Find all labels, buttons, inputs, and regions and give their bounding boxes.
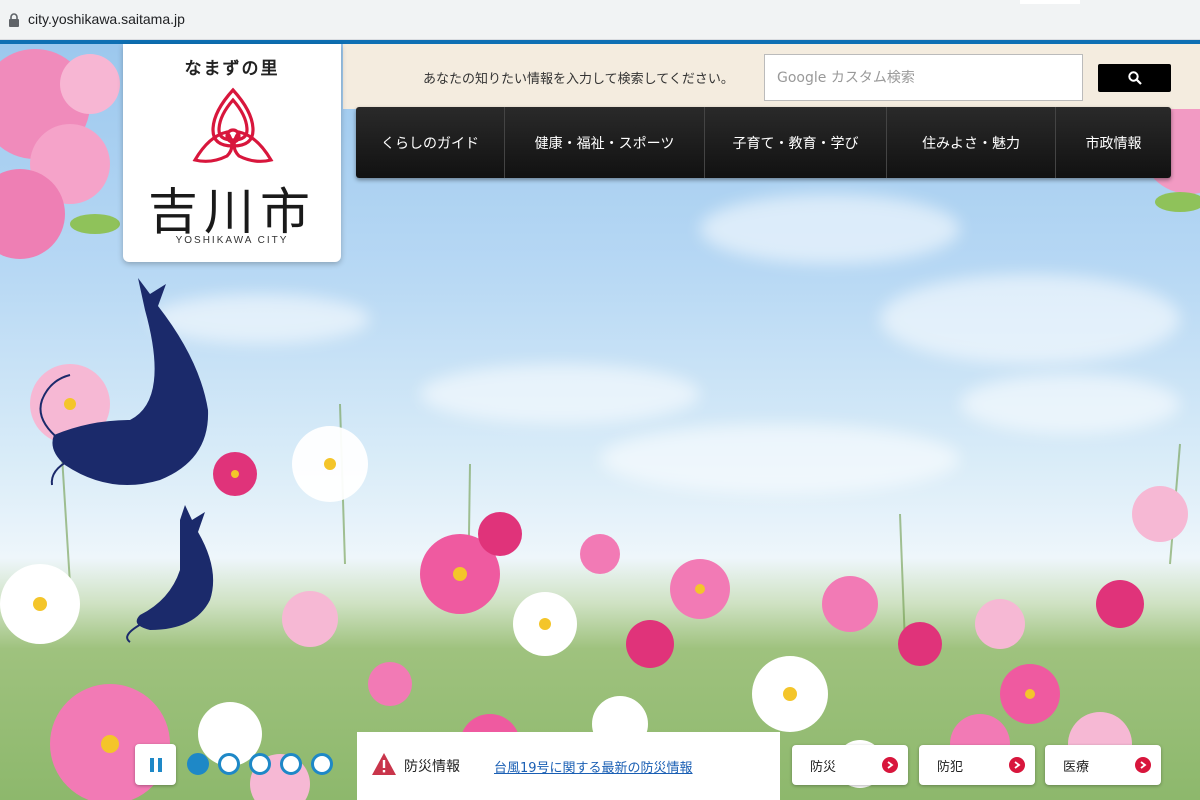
search-input[interactable]: [764, 54, 1083, 101]
quick-link-disaster[interactable]: 防災: [792, 745, 908, 785]
chevron-right-icon: [1009, 757, 1025, 773]
slide-dot-2[interactable]: [218, 753, 240, 775]
city-emblem-icon: [192, 87, 274, 163]
pause-icon: [149, 757, 162, 772]
slide-dot-4[interactable]: [280, 753, 302, 775]
nav-item-livability-charm[interactable]: 住みよさ・魅力: [887, 107, 1056, 178]
slide-dot-1[interactable]: [187, 753, 209, 775]
slide-indicators: [187, 753, 333, 775]
warning-icon: [372, 753, 396, 775]
browser-address-bar: city.yoshikawa.saitama.jp: [0, 0, 1200, 40]
search-instruction: あなたの知りたい情報を入力して検索してください。: [423, 72, 734, 87]
slide-dot-5[interactable]: [311, 753, 333, 775]
disaster-info-link[interactable]: 台風19号に関する最新の防災情報: [494, 757, 693, 776]
city-name: 吉川市: [148, 183, 316, 241]
url-text[interactable]: city.yoshikawa.saitama.jp: [28, 11, 185, 27]
search-button[interactable]: [1098, 64, 1171, 92]
city-logo[interactable]: なまずの里 吉川市 YOSHIKAWA CITY: [123, 44, 341, 262]
catfish-mascot-illustration: [39, 278, 214, 643]
nav-item-living-guide[interactable]: くらしのガイド: [356, 107, 505, 178]
nav-item-city-admin[interactable]: 市政情報: [1056, 107, 1171, 178]
slideshow-pause-button[interactable]: [135, 744, 176, 785]
quick-link-crime-prevention[interactable]: 防犯: [919, 745, 1035, 785]
quick-link-medical[interactable]: 医療: [1045, 745, 1161, 785]
disaster-info-title: 防災情報: [404, 759, 460, 775]
lock-icon: [9, 13, 19, 27]
chevron-right-icon: [1135, 757, 1151, 773]
tab-strip-fragment: [1020, 0, 1080, 4]
nav-item-health-welfare-sports[interactable]: 健康・福祉・スポーツ: [505, 107, 705, 178]
quick-link-label: 防災: [810, 760, 837, 775]
logo-tagline: なまずの里: [184, 59, 280, 79]
quick-link-label: 防犯: [937, 760, 964, 775]
city-name-roman: YOSHIKAWA CITY: [175, 235, 289, 246]
slide-dot-3[interactable]: [249, 753, 271, 775]
quick-link-label: 医療: [1063, 760, 1090, 775]
nav-item-childcare-education[interactable]: 子育て・教育・学び: [705, 107, 887, 178]
search-icon: [1127, 71, 1142, 85]
global-nav: くらしのガイド 健康・福祉・スポーツ 子育て・教育・学び 住みよさ・魅力 市政情…: [356, 107, 1171, 178]
chevron-right-icon: [882, 757, 898, 773]
